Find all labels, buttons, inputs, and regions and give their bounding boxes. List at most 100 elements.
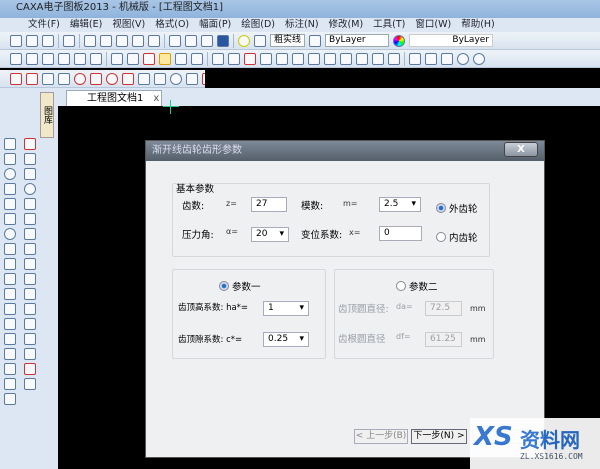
weld-icon[interactable]: [292, 52, 304, 65]
cut-line-icon[interactable]: [324, 52, 336, 65]
point-icon[interactable]: [4, 213, 16, 225]
text-icon[interactable]: [90, 52, 102, 65]
endpoint-icon[interactable]: [10, 72, 22, 85]
print-icon[interactable]: [63, 34, 75, 47]
block-icon[interactable]: [191, 52, 203, 65]
zoom-window-icon[interactable]: [441, 52, 453, 65]
zoom-icon[interactable]: [457, 52, 469, 65]
addendum-coefficient-select[interactable]: 1: [263, 301, 309, 316]
pressure-angle-select[interactable]: 20: [251, 227, 289, 242]
color-wheel-icon[interactable]: [393, 34, 406, 47]
image-icon[interactable]: [24, 378, 36, 390]
layer-bulb-icon[interactable]: [238, 34, 250, 47]
shift-coefficient-input[interactable]: 0: [379, 226, 422, 241]
tab-document[interactable]: 工程图文档1 x: [66, 90, 162, 106]
tolerance-icon[interactable]: [308, 52, 320, 65]
tab-close-icon[interactable]: x: [153, 93, 159, 104]
menu-window[interactable]: 窗口(W): [415, 18, 451, 32]
stretch-icon[interactable]: [24, 288, 36, 300]
line-tool-icon[interactable]: [4, 138, 16, 150]
menu-view[interactable]: 视图(V): [112, 18, 145, 32]
polygon-icon[interactable]: [4, 258, 16, 270]
menu-edit[interactable]: 编辑(E): [70, 18, 102, 32]
symbol-icon[interactable]: [372, 52, 384, 65]
new-icon[interactable]: [10, 34, 22, 47]
sequence-icon[interactable]: [74, 52, 86, 65]
polyline-icon[interactable]: [4, 288, 16, 300]
next-button[interactable]: 下一步(N) >: [411, 429, 467, 444]
spline-tool-icon[interactable]: [4, 198, 16, 210]
internal-gear-radio[interactable]: [436, 232, 446, 242]
perpendicular-icon[interactable]: [122, 72, 134, 85]
cloud-icon[interactable]: [4, 333, 16, 345]
insert-icon[interactable]: [154, 72, 166, 85]
previous-button[interactable]: < 上一步(B): [354, 429, 408, 444]
menu-help[interactable]: 帮助(H): [461, 18, 495, 32]
root-diameter-input[interactable]: 61.25: [425, 332, 462, 347]
color-select[interactable]: ByLayer: [325, 34, 390, 47]
copy-tool-icon[interactable]: [24, 168, 36, 180]
intersection-icon[interactable]: [42, 72, 54, 85]
menu-file[interactable]: 文件(F): [28, 18, 60, 32]
explode-icon[interactable]: [24, 333, 36, 345]
redo-icon[interactable]: [185, 34, 197, 47]
paste-icon[interactable]: [116, 34, 128, 47]
array-icon[interactable]: [24, 213, 36, 225]
menu-sheet[interactable]: 幅面(P): [199, 18, 231, 32]
chamfer-icon[interactable]: [24, 318, 36, 330]
line-style-select[interactable]: ByLayer: [409, 34, 494, 47]
menu-format[interactable]: 格式(O): [155, 18, 189, 32]
view-label-icon[interactable]: [356, 52, 368, 65]
frame-icon[interactable]: [10, 52, 22, 65]
arrow-icon[interactable]: [143, 52, 155, 65]
text-tool-icon[interactable]: [4, 378, 16, 390]
layer-icon[interactable]: [309, 34, 322, 47]
parallel-icon[interactable]: [138, 72, 150, 85]
ellipse-icon[interactable]: [4, 228, 16, 240]
layer-lock-icon[interactable]: [254, 34, 266, 47]
copy-icon[interactable]: [100, 34, 112, 47]
menu-dimension[interactable]: 标注(N): [285, 18, 319, 32]
mirror-icon[interactable]: [24, 198, 36, 210]
clear-snap-icon[interactable]: [202, 72, 205, 85]
gear-icon[interactable]: [159, 52, 171, 65]
midpoint-icon[interactable]: [26, 72, 38, 85]
ole-icon[interactable]: [4, 393, 16, 405]
library-tab[interactable]: 图库: [40, 92, 54, 138]
scale-icon[interactable]: [24, 228, 36, 240]
menu-draw[interactable]: 绘图(D): [241, 18, 275, 32]
quadrant-icon[interactable]: [90, 72, 102, 85]
clearance-coefficient-select[interactable]: 0.25: [263, 332, 309, 347]
block-tool-icon[interactable]: [24, 363, 36, 375]
tangent-icon[interactable]: [106, 72, 118, 85]
menu-tools[interactable]: 工具(T): [373, 18, 405, 32]
external-gear-radio[interactable]: [436, 203, 446, 213]
parts-list-icon[interactable]: [42, 52, 54, 65]
centerline-icon[interactable]: [4, 273, 16, 285]
roughness-icon[interactable]: [276, 52, 288, 65]
zoom-in-icon[interactable]: [473, 52, 485, 65]
table-tool-icon[interactable]: [4, 348, 16, 360]
teeth-input[interactable]: 27: [251, 197, 287, 212]
equidistant-icon[interactable]: [4, 303, 16, 315]
datum-icon[interactable]: [260, 52, 272, 65]
hole-icon[interactable]: [175, 52, 187, 65]
erase-icon[interactable]: [24, 348, 36, 360]
marker-icon[interactable]: [388, 52, 400, 65]
module-select[interactable]: 2.5: [379, 197, 421, 212]
hatch-icon[interactable]: [4, 318, 16, 330]
nearest-icon[interactable]: [170, 72, 182, 85]
dialog-close-button[interactable]: X: [504, 142, 538, 157]
spline-icon[interactable]: [111, 52, 123, 65]
table-icon[interactable]: [58, 52, 70, 65]
trim-icon[interactable]: [24, 243, 36, 255]
parallel-line-icon[interactable]: [4, 153, 16, 165]
clipboard-icon[interactable]: [132, 34, 144, 47]
fillet-icon[interactable]: [24, 303, 36, 315]
param1-radio[interactable]: [219, 281, 229, 291]
title-block-icon[interactable]: [26, 52, 38, 65]
ruler-icon[interactable]: [425, 52, 437, 65]
leader-icon[interactable]: [244, 52, 256, 65]
help-icon[interactable]: [217, 34, 229, 47]
linetype-select[interactable]: 粗实线: [270, 34, 306, 47]
